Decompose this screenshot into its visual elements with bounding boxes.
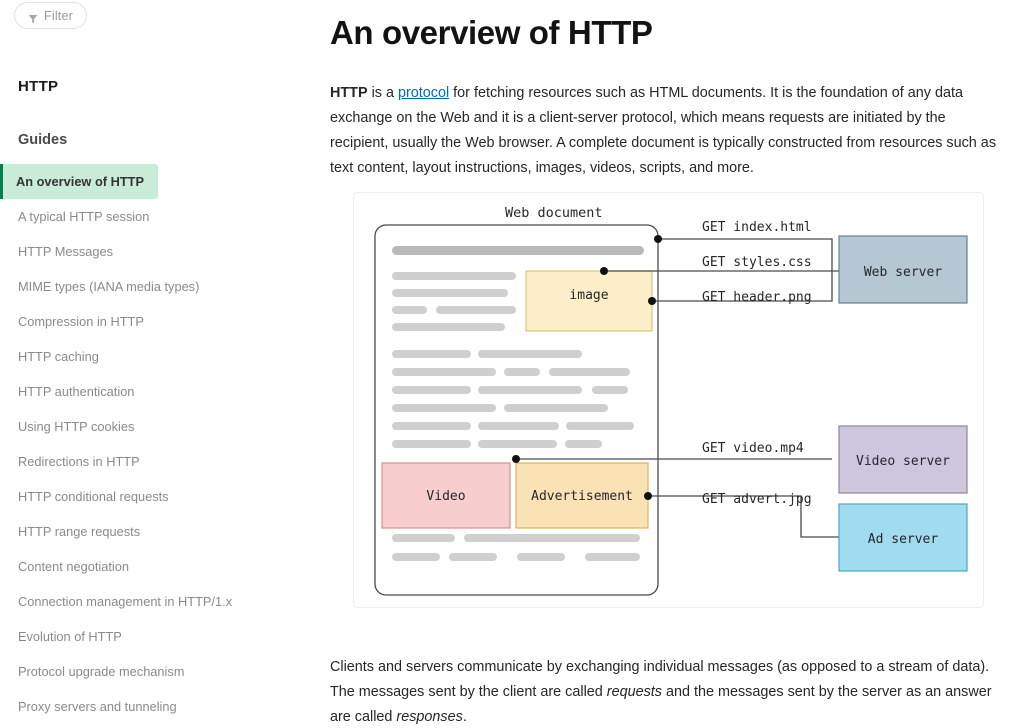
sidebar-item-label: MIME types (IANA media types)	[18, 279, 200, 294]
sidebar-title: HTTP	[18, 78, 59, 95]
sidebar-item-label: Protocol upgrade mechanism	[18, 664, 185, 679]
sidebar-item-proxy-servers-and-tunneling[interactable]: Proxy servers and tunneling	[0, 689, 262, 724]
video-block-label: Video	[426, 489, 465, 504]
sidebar-item-http-authentication[interactable]: HTTP authentication	[0, 374, 262, 409]
filter-funnel-icon	[28, 11, 38, 23]
responses-emphasis: responses	[396, 709, 463, 726]
sidebar-item-connection-management-in-http-1-x[interactable]: Connection management in HTTP/1.x	[0, 584, 262, 619]
image-block-label: image	[569, 288, 608, 303]
request-label-styles-css: GET styles.css	[702, 255, 812, 270]
sidebar-item-label: HTTP conditional requests	[18, 489, 169, 504]
sidebar-item-label: Using HTTP cookies	[18, 419, 135, 434]
filter-label: Filter	[44, 8, 73, 23]
filter-button[interactable]: Filter	[14, 2, 87, 29]
sidebar-item-redirections-in-http[interactable]: Redirections in HTTP	[0, 444, 262, 479]
request-label-header-png: GET header.png	[702, 290, 812, 305]
sidebar-item-label: Content negotiation	[18, 559, 129, 574]
sidebar-item-http-range-requests[interactable]: HTTP range requests	[0, 514, 262, 549]
diagram-svg: Web document image Video Advertisement G…	[374, 205, 968, 596]
ad-server-label: Ad server	[868, 532, 939, 547]
sidebar-item-using-http-cookies[interactable]: Using HTTP cookies	[0, 409, 262, 444]
web-server-label: Web server	[864, 265, 942, 280]
sidebar-item-label: An overview of HTTP	[16, 174, 144, 189]
http-overview-diagram: Web document image Video Advertisement G…	[353, 192, 984, 608]
intro-paragraph: HTTP is a protocol for fetching resource…	[330, 81, 1000, 181]
sidebar-group-guides: Guides	[18, 132, 68, 148]
request-label-video-mp4: GET video.mp4	[702, 441, 804, 456]
sidebar-item-http-caching[interactable]: HTTP caching	[0, 339, 262, 374]
sidebar-item-label: Redirections in HTTP	[18, 454, 140, 469]
diagram-caption: Web document	[505, 205, 603, 221]
sidebar-item-label: Compression in HTTP	[18, 314, 144, 329]
sidebar-item-label: HTTP range requests	[18, 524, 141, 539]
request-label-advert-jpg: GET advert.jpg	[702, 492, 812, 507]
page-title: An overview of HTTP	[330, 14, 653, 52]
sidebar-item-an-overview-of-http[interactable]: An overview of HTTP	[0, 164, 158, 199]
sidebar-item-http-messages[interactable]: HTTP Messages	[0, 234, 262, 269]
sidebar-item-http-conditional-requests[interactable]: HTTP conditional requests	[0, 479, 262, 514]
sidebar-item-label: HTTP Messages	[18, 244, 114, 259]
sidebar-item-compression-in-http[interactable]: Compression in HTTP	[0, 304, 262, 339]
sidebar-item-mime-types-iana-media-types[interactable]: MIME types (IANA media types)	[0, 269, 262, 304]
request-label-index-html: GET index.html	[702, 220, 812, 235]
page-root: Filter HTTP Guides An overview of HTTP A …	[0, 0, 1024, 728]
messages-text-3: .	[462, 709, 467, 726]
sidebar-item-protocol-upgrade-mechanism[interactable]: Protocol upgrade mechanism	[0, 654, 262, 689]
sidebar-item-label: A typical HTTP session	[18, 209, 150, 224]
sidebar-item-evolution-of-http[interactable]: Evolution of HTTP	[0, 619, 262, 654]
sidebar-item-label: Proxy servers and tunneling	[18, 699, 177, 714]
sidebar: Filter HTTP Guides An overview of HTTP A …	[0, 0, 270, 728]
sidebar-item-content-negotiation[interactable]: Content negotiation	[0, 549, 262, 584]
sidebar-item-label: HTTP caching	[18, 349, 99, 364]
requests-emphasis: requests	[606, 684, 662, 701]
video-server-label: Video server	[856, 454, 950, 469]
sidebar-item-label: Connection management in HTTP/1.x	[18, 594, 233, 609]
sidebar-nav-list: An overview of HTTP A typical HTTP sessio…	[0, 164, 262, 724]
main-content: An overview of HTTP HTTP is a protocol f…	[300, 0, 1024, 728]
protocol-link[interactable]: protocol	[398, 85, 449, 101]
messages-paragraph: Clients and servers communicate by excha…	[330, 655, 1000, 728]
sidebar-item-label: Evolution of HTTP	[18, 629, 122, 644]
advertisement-block-label: Advertisement	[531, 489, 633, 504]
intro-text-1: is a	[367, 85, 398, 102]
sidebar-scrollbar[interactable]	[268, 0, 270, 728]
http-lead-bold: HTTP	[330, 85, 368, 102]
sidebar-item-label: HTTP authentication	[18, 384, 135, 399]
sidebar-item-a-typical-http-session[interactable]: A typical HTTP session	[0, 199, 262, 234]
